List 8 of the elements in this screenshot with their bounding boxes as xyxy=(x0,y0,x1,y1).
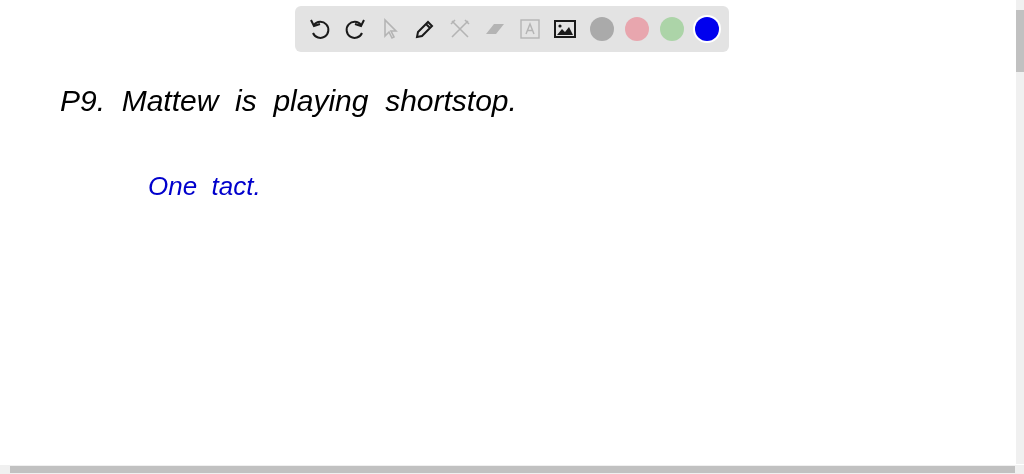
color-swatch[interactable] xyxy=(695,17,719,41)
handwritten-text: One tact. xyxy=(148,170,261,203)
horizontal-scrollbar[interactable] xyxy=(0,465,1024,474)
vertical-scrollbar[interactable] xyxy=(1016,0,1024,464)
color-swatch[interactable] xyxy=(625,17,649,41)
handwritten-text: P9. Mattew is playing shortstop. xyxy=(60,83,517,119)
color-swatch[interactable] xyxy=(660,17,684,41)
color-swatch[interactable] xyxy=(590,17,614,41)
